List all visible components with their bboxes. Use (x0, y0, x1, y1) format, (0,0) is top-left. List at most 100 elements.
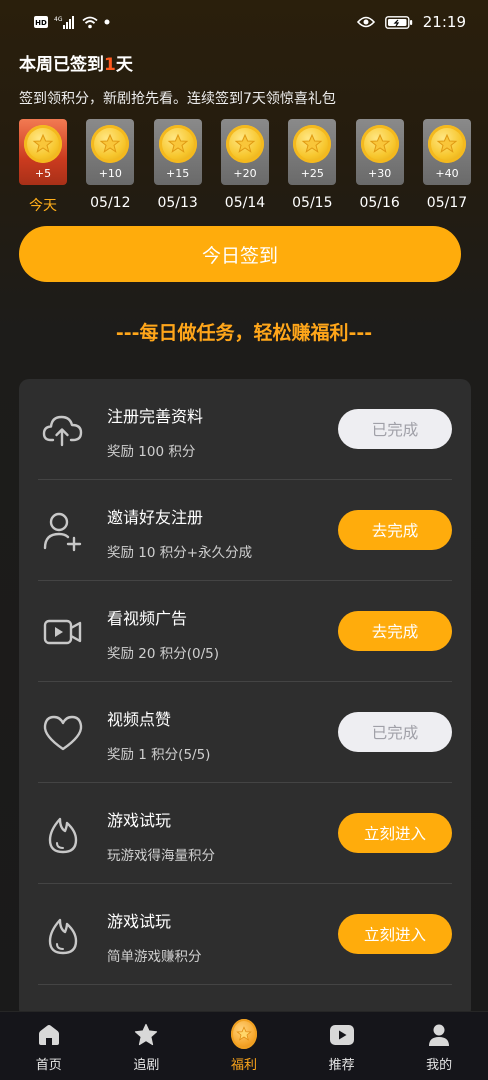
nav-item-recommend[interactable]: 推荐 (293, 1012, 391, 1080)
flame-icon (42, 813, 84, 855)
status-left: HD 4G (34, 15, 110, 29)
svg-text:HD: HD (35, 19, 47, 27)
task-reward: 简单游戏赚积分 (107, 949, 202, 965)
checkin-days: +5 今天 +10 05/12 +15 05/13 +20 05/14 +25 … (19, 119, 471, 219)
task-reward: 奖励 10 积分+永久分成 (107, 545, 253, 561)
task-completed-button[interactable]: 已完成 (338, 409, 452, 449)
svg-text:4G: 4G (54, 16, 63, 23)
play-icon (329, 1022, 355, 1048)
task-item: 游戏试玩 简单游戏赚积分 立刻进入 (38, 884, 452, 985)
coin-icon (158, 125, 197, 163)
task-item: 游戏试玩 玩游戏得海量积分 立刻进入 (38, 783, 452, 884)
flame-icon (42, 914, 84, 956)
dot-icon (104, 19, 110, 25)
day-label: 05/14 (224, 195, 266, 211)
day-card[interactable]: +20 (220, 119, 269, 185)
coin-icon (360, 125, 399, 163)
task-item: 邀请好友注册 奖励 10 积分+永久分成 去完成 (38, 480, 452, 581)
day-label: 05/16 (359, 195, 400, 211)
task-name: 邀请好友注册 (107, 508, 204, 527)
day-item[interactable]: +25 05/15 (288, 119, 337, 219)
task-item: 注册完善资料 奖励 100 积分 已完成 (38, 379, 452, 480)
nav-label: 我的 (426, 1058, 453, 1073)
cloud-upload-icon (42, 409, 84, 451)
day-points: +25 (300, 167, 324, 180)
nav-item-home[interactable]: 首页 (0, 1012, 98, 1080)
task-name: 游戏试玩 (107, 811, 172, 830)
task-item: 视频点赞 奖励 1 积分(5/5) 已完成 (38, 682, 452, 783)
task-list: 注册完善资料 奖励 100 积分 已完成 邀请好友注册 奖励 10 积分+永久分… (19, 379, 471, 1019)
day-card-today[interactable]: +5 (19, 119, 67, 185)
day-label: 今天 (29, 198, 57, 214)
week-title-suffix: 天 (115, 55, 133, 75)
add-user-icon (42, 510, 84, 552)
coin-icon (91, 125, 130, 163)
day-points: +20 (233, 167, 257, 180)
task-reward: 玩游戏得海量积分 (107, 848, 215, 864)
coin-icon (24, 125, 62, 163)
day-label: 05/15 (292, 195, 333, 211)
status-bar: HD 4G 21:19 (0, 0, 488, 44)
checkin-subtitle: 签到领积分，新剧抢先看。连续签到7天领惊喜礼包 (19, 91, 336, 107)
nav-item-mine[interactable]: 我的 (390, 1012, 488, 1080)
day-card[interactable]: +10 (86, 119, 135, 185)
day-card[interactable]: +40 (422, 119, 471, 185)
day-item[interactable]: +20 05/14 (220, 119, 269, 219)
day-points: +10 (98, 167, 122, 180)
heart-icon (42, 712, 84, 754)
home-icon (36, 1022, 62, 1048)
task-enter-button[interactable]: 立刻进入 (338, 914, 452, 954)
day-card[interactable]: +15 (153, 119, 202, 185)
task-reward: 奖励 1 积分(5/5) (107, 747, 211, 763)
star-icon (133, 1022, 159, 1048)
task-go-button[interactable]: 去完成 (338, 510, 452, 550)
signal-icon: 4G (54, 15, 76, 29)
week-title-count: 1 (104, 55, 116, 75)
bottom-nav: 首页 追剧 福利 推荐 我的 (0, 1011, 488, 1080)
day-label: 05/12 (90, 195, 131, 211)
task-name: 视频点赞 (107, 710, 172, 729)
day-label: 05/13 (157, 195, 198, 211)
task-name: 看视频广告 (107, 609, 188, 628)
task-reward: 奖励 20 积分(0/5) (107, 646, 220, 662)
day-item[interactable]: +15 05/13 (153, 119, 202, 219)
clock: 21:19 (422, 13, 466, 31)
coin-icon (427, 125, 466, 163)
task-name: 游戏试玩 (107, 912, 172, 931)
task-completed-button[interactable]: 已完成 (338, 712, 452, 752)
nav-label: 推荐 (328, 1058, 355, 1073)
week-checkin-title: 本周已签到1天 (19, 50, 133, 75)
checkin-today-button[interactable]: 今日签到 (19, 226, 461, 282)
day-label: 05/17 (426, 195, 468, 211)
day-item[interactable]: +10 05/12 (86, 119, 135, 219)
task-item: 看视频广告 奖励 20 积分(0/5) 去完成 (38, 581, 452, 682)
wifi-icon (82, 16, 98, 29)
nav-label: 福利 (230, 1058, 257, 1073)
user-icon (426, 1022, 452, 1048)
day-points: +30 (368, 167, 392, 180)
task-go-button[interactable]: 去完成 (338, 611, 452, 651)
battery-icon (384, 15, 413, 29)
hd-icon: HD (34, 16, 48, 28)
eye-icon (356, 16, 375, 28)
nav-label: 首页 (35, 1058, 62, 1073)
coin-icon (230, 1018, 257, 1049)
task-enter-button[interactable]: 立刻进入 (338, 813, 452, 853)
section-title: ---每日做任务，轻松赚福利--- (115, 322, 373, 344)
task-name: 注册完善资料 (107, 407, 204, 426)
day-item[interactable]: +30 05/16 (355, 119, 404, 219)
nav-item-follow[interactable]: 追剧 (98, 1012, 196, 1080)
day-points: +15 (166, 167, 190, 180)
nav-coin (230, 1018, 257, 1049)
day-points: +5 (34, 167, 52, 180)
task-reward: 奖励 100 积分 (107, 444, 196, 460)
nav-item-welfare[interactable]: 福利 (195, 1012, 293, 1080)
status-right: 21:19 (356, 13, 466, 31)
video-icon (42, 611, 84, 653)
day-card[interactable]: +25 (288, 119, 337, 185)
day-item[interactable]: +40 05/17 (422, 119, 471, 219)
day-card[interactable]: +30 (355, 119, 404, 185)
day-item[interactable]: +5 今天 (19, 119, 67, 219)
nav-label: 追剧 (133, 1058, 160, 1073)
coin-icon (225, 125, 264, 163)
